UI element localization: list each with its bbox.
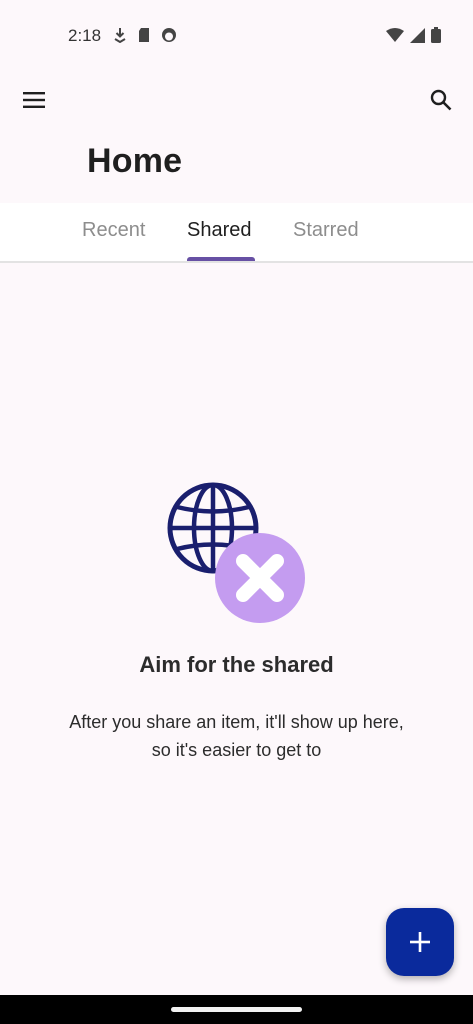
menu-icon [23, 92, 45, 108]
status-icons-right [386, 27, 441, 43]
cell-signal-icon [410, 27, 425, 43]
status-bar: 2:18 [0, 0, 473, 72]
new-item-fab[interactable] [386, 908, 454, 976]
battery-icon [431, 27, 441, 43]
system-nav-bar [0, 995, 473, 1024]
sd-card-icon [139, 28, 149, 42]
tab-bar: Recent Shared Starred [0, 203, 473, 263]
download-icon [114, 28, 126, 43]
x-badge-icon [215, 533, 305, 623]
menu-button[interactable] [14, 80, 54, 120]
status-time: 2:18 [68, 26, 102, 45]
face-icon [162, 28, 176, 42]
home-gesture-handle[interactable] [171, 1007, 302, 1012]
tab-shared[interactable]: Shared [187, 219, 252, 242]
active-tab-indicator [187, 257, 255, 261]
page-title: Home [87, 142, 183, 180]
empty-state-description: After you share an item, it'll show up h… [69, 712, 404, 760]
app-bar [0, 72, 473, 116]
status-icons-left [113, 27, 177, 43]
tab-recent[interactable]: Recent [82, 219, 145, 242]
plus-icon [410, 932, 430, 952]
wifi-icon [386, 28, 404, 42]
empty-state-title: Aim for the shared [139, 652, 334, 677]
search-icon [430, 89, 452, 111]
tab-starred[interactable]: Starred [293, 219, 359, 242]
search-button[interactable] [421, 80, 461, 120]
shared-empty-illustration [167, 482, 305, 623]
